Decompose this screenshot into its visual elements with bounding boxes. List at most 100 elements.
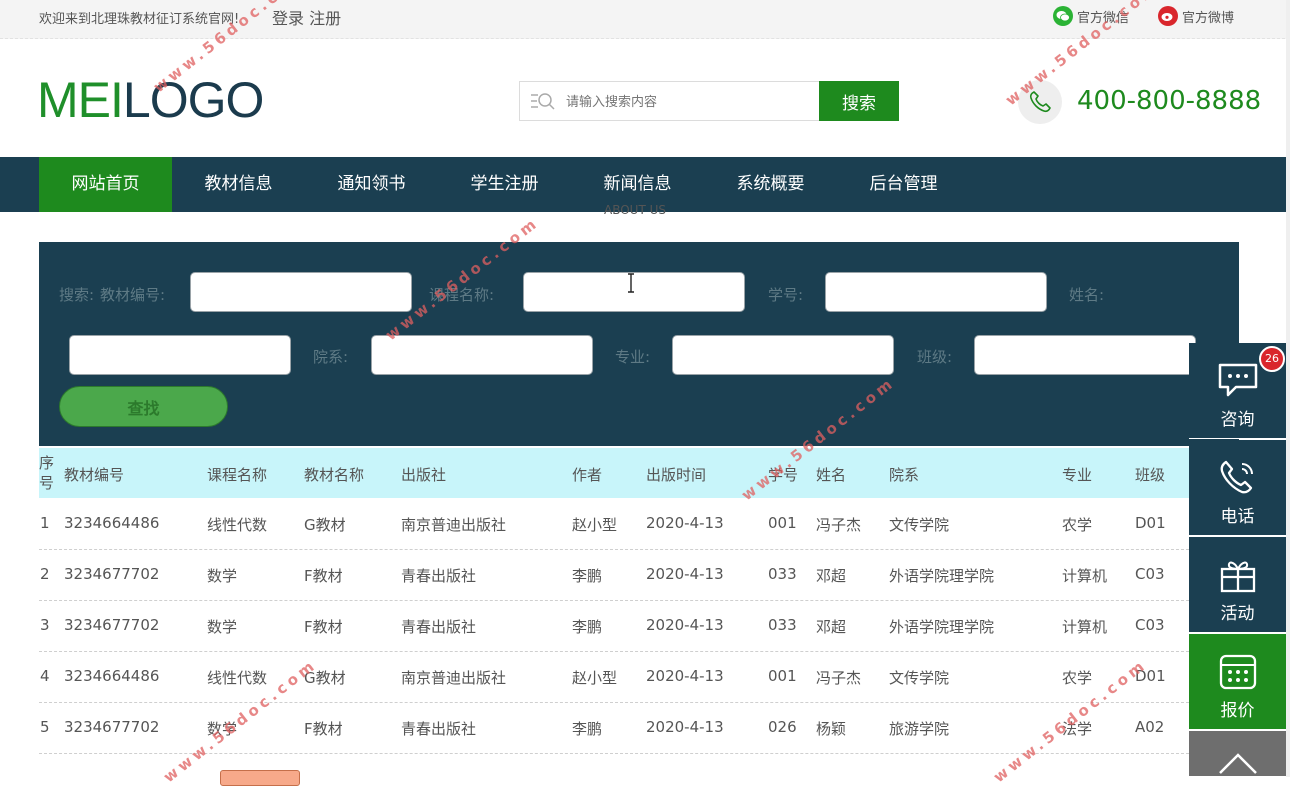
chevron-up-icon xyxy=(1219,753,1257,774)
cell-student-no: 033 xyxy=(768,616,797,634)
name-label: 姓名: xyxy=(1069,286,1105,304)
cell-class: C03 xyxy=(1135,565,1165,583)
nav-item-student-register[interactable]: 学生注册 xyxy=(438,157,571,212)
table-row: 3 3234677702 数学 F教材 青春出版社 李鹏 2020-4-13 0… xyxy=(39,600,1189,652)
nav-sub-label: ABOUT US xyxy=(604,203,667,217)
cell-course: 数学 xyxy=(207,618,238,636)
cell-textbook-no: 3234677702 xyxy=(64,718,160,736)
text-cursor-icon xyxy=(628,273,634,293)
class-input[interactable] xyxy=(974,335,1196,375)
find-button[interactable]: 查找 xyxy=(59,386,228,427)
textbook-no-label: 教材编号: xyxy=(100,286,166,304)
nav-item-admin[interactable]: 后台管理 xyxy=(837,157,970,212)
cell-textbook-name: F教材 xyxy=(304,720,343,738)
calculator-icon xyxy=(1219,654,1257,690)
weibo-icon xyxy=(1158,6,1178,26)
cell-student-no: 001 xyxy=(768,667,797,685)
col-header-department: 院系 xyxy=(889,466,920,484)
login-register-link[interactable]: 登录 注册 xyxy=(272,5,341,29)
table-row: 2 3234677702 数学 F教材 青春出版社 李鹏 2020-4-13 0… xyxy=(39,549,1189,601)
activity-label: 活动 xyxy=(1220,604,1255,624)
consult-button[interactable]: 26 咨询 xyxy=(1189,343,1286,439)
col-header-author: 作者 xyxy=(572,466,603,484)
phone-label: 电话 xyxy=(1220,507,1255,527)
nav-item-overview[interactable]: 系统概要 xyxy=(704,157,837,212)
cell-publish-date: 2020-4-13 xyxy=(646,718,724,736)
textbook-no-input[interactable] xyxy=(190,272,412,312)
cell-major: 计算机 xyxy=(1062,618,1108,636)
cell-student-no: 033 xyxy=(768,565,797,583)
cell-textbook-name: G教材 xyxy=(304,516,346,534)
logo-part-logo: LOGO xyxy=(122,72,264,128)
weibo-label: 官方微博 xyxy=(1182,10,1235,26)
cell-publisher: 南京普迪出版社 xyxy=(401,669,507,687)
cell-publish-date: 2020-4-13 xyxy=(646,565,724,583)
pagination-button[interactable] xyxy=(220,770,300,786)
cell-publisher: 南京普迪出版社 xyxy=(401,516,507,534)
col-header-publish-date: 出版时间 xyxy=(646,466,707,484)
search-button[interactable]: 搜索 xyxy=(819,81,899,121)
page-scrollbar[interactable] xyxy=(1286,0,1290,777)
weibo-link[interactable]: 官方微博 xyxy=(1158,6,1234,26)
cell-name: 邓超 xyxy=(816,618,847,636)
col-header-major: 专业 xyxy=(1062,466,1093,484)
department-input[interactable] xyxy=(371,335,593,375)
cell-major: 农学 xyxy=(1062,669,1093,687)
cell-course: 线性代数 xyxy=(207,516,268,534)
cell-publisher: 青春出版社 xyxy=(401,567,477,585)
cell-name: 冯子杰 xyxy=(816,516,862,534)
search-prefix-label: 搜索: xyxy=(59,286,95,304)
consult-badge: 26 xyxy=(1259,346,1285,372)
nav-item-notice[interactable]: 通知领书 xyxy=(305,157,438,212)
nav-item-home[interactable]: 网站首页 xyxy=(39,157,172,212)
cell-textbook-no: 3234677702 xyxy=(64,565,160,583)
back-to-top-button[interactable] xyxy=(1189,731,1286,777)
hotline-number: 400-800-8888 xyxy=(1077,86,1262,116)
cell-author: 李鹏 xyxy=(572,720,603,738)
student-no-input[interactable] xyxy=(825,272,1047,312)
cell-name: 冯子杰 xyxy=(816,669,862,687)
major-input[interactable] xyxy=(672,335,894,375)
cell-author: 李鹏 xyxy=(572,567,603,585)
cell-name: 邓超 xyxy=(816,567,847,585)
cell-publish-date: 2020-4-13 xyxy=(646,616,724,634)
cell-name: 杨颖 xyxy=(816,720,847,738)
name-input[interactable] xyxy=(69,335,291,375)
table-header: 序号 教材编号 课程名称 教材名称 出版社 作者 出版时间 学号 姓名 院系 专… xyxy=(39,448,1189,498)
activity-button[interactable]: 活动 xyxy=(1189,537,1286,633)
col-header-name: 姓名 xyxy=(816,466,847,484)
cell-course: 数学 xyxy=(207,567,238,585)
phone-call-icon xyxy=(1220,460,1253,494)
consult-label: 咨询 xyxy=(1220,410,1255,430)
table-row: 1 3234664486 线性代数 G教材 南京普迪出版社 赵小型 2020-4… xyxy=(39,498,1189,550)
cell-publisher: 青春出版社 xyxy=(401,618,477,636)
cell-textbook-no: 3234677702 xyxy=(64,616,160,634)
nav-item-textbooks[interactable]: 教材信息 xyxy=(172,157,305,212)
quote-label: 报价 xyxy=(1220,701,1255,721)
cell-department: 外语学院理学院 xyxy=(889,618,995,636)
wechat-icon xyxy=(1053,6,1073,26)
cell-publish-date: 2020-4-13 xyxy=(646,514,724,532)
student-no-label: 学号: xyxy=(768,286,804,304)
col-header-textbook-name: 教材名称 xyxy=(304,466,365,484)
col-header-textbook-no: 教材编号 xyxy=(64,466,125,484)
cell-index: 1 xyxy=(40,514,50,532)
col-header-class: 班级 xyxy=(1135,466,1166,484)
chat-icon xyxy=(1218,363,1258,397)
cell-author: 李鹏 xyxy=(572,618,603,636)
cell-publish-date: 2020-4-13 xyxy=(646,667,724,685)
phone-button[interactable]: 电话 xyxy=(1189,440,1286,536)
cell-index: 3 xyxy=(40,616,50,634)
cell-author: 赵小型 xyxy=(572,516,618,534)
search-input[interactable] xyxy=(564,91,808,113)
cell-index: 5 xyxy=(40,718,50,736)
search-icon xyxy=(531,93,555,110)
cell-student-no: 001 xyxy=(768,514,797,532)
cell-department: 外语学院理学院 xyxy=(889,567,995,585)
logo-part-mei: MEI xyxy=(37,72,124,128)
cell-class: C03 xyxy=(1135,616,1165,634)
cell-textbook-name: F教材 xyxy=(304,618,343,636)
quote-button[interactable]: 报价 xyxy=(1189,634,1286,730)
col-header-index: 序号 xyxy=(39,454,55,492)
major-label: 专业: xyxy=(615,348,651,366)
